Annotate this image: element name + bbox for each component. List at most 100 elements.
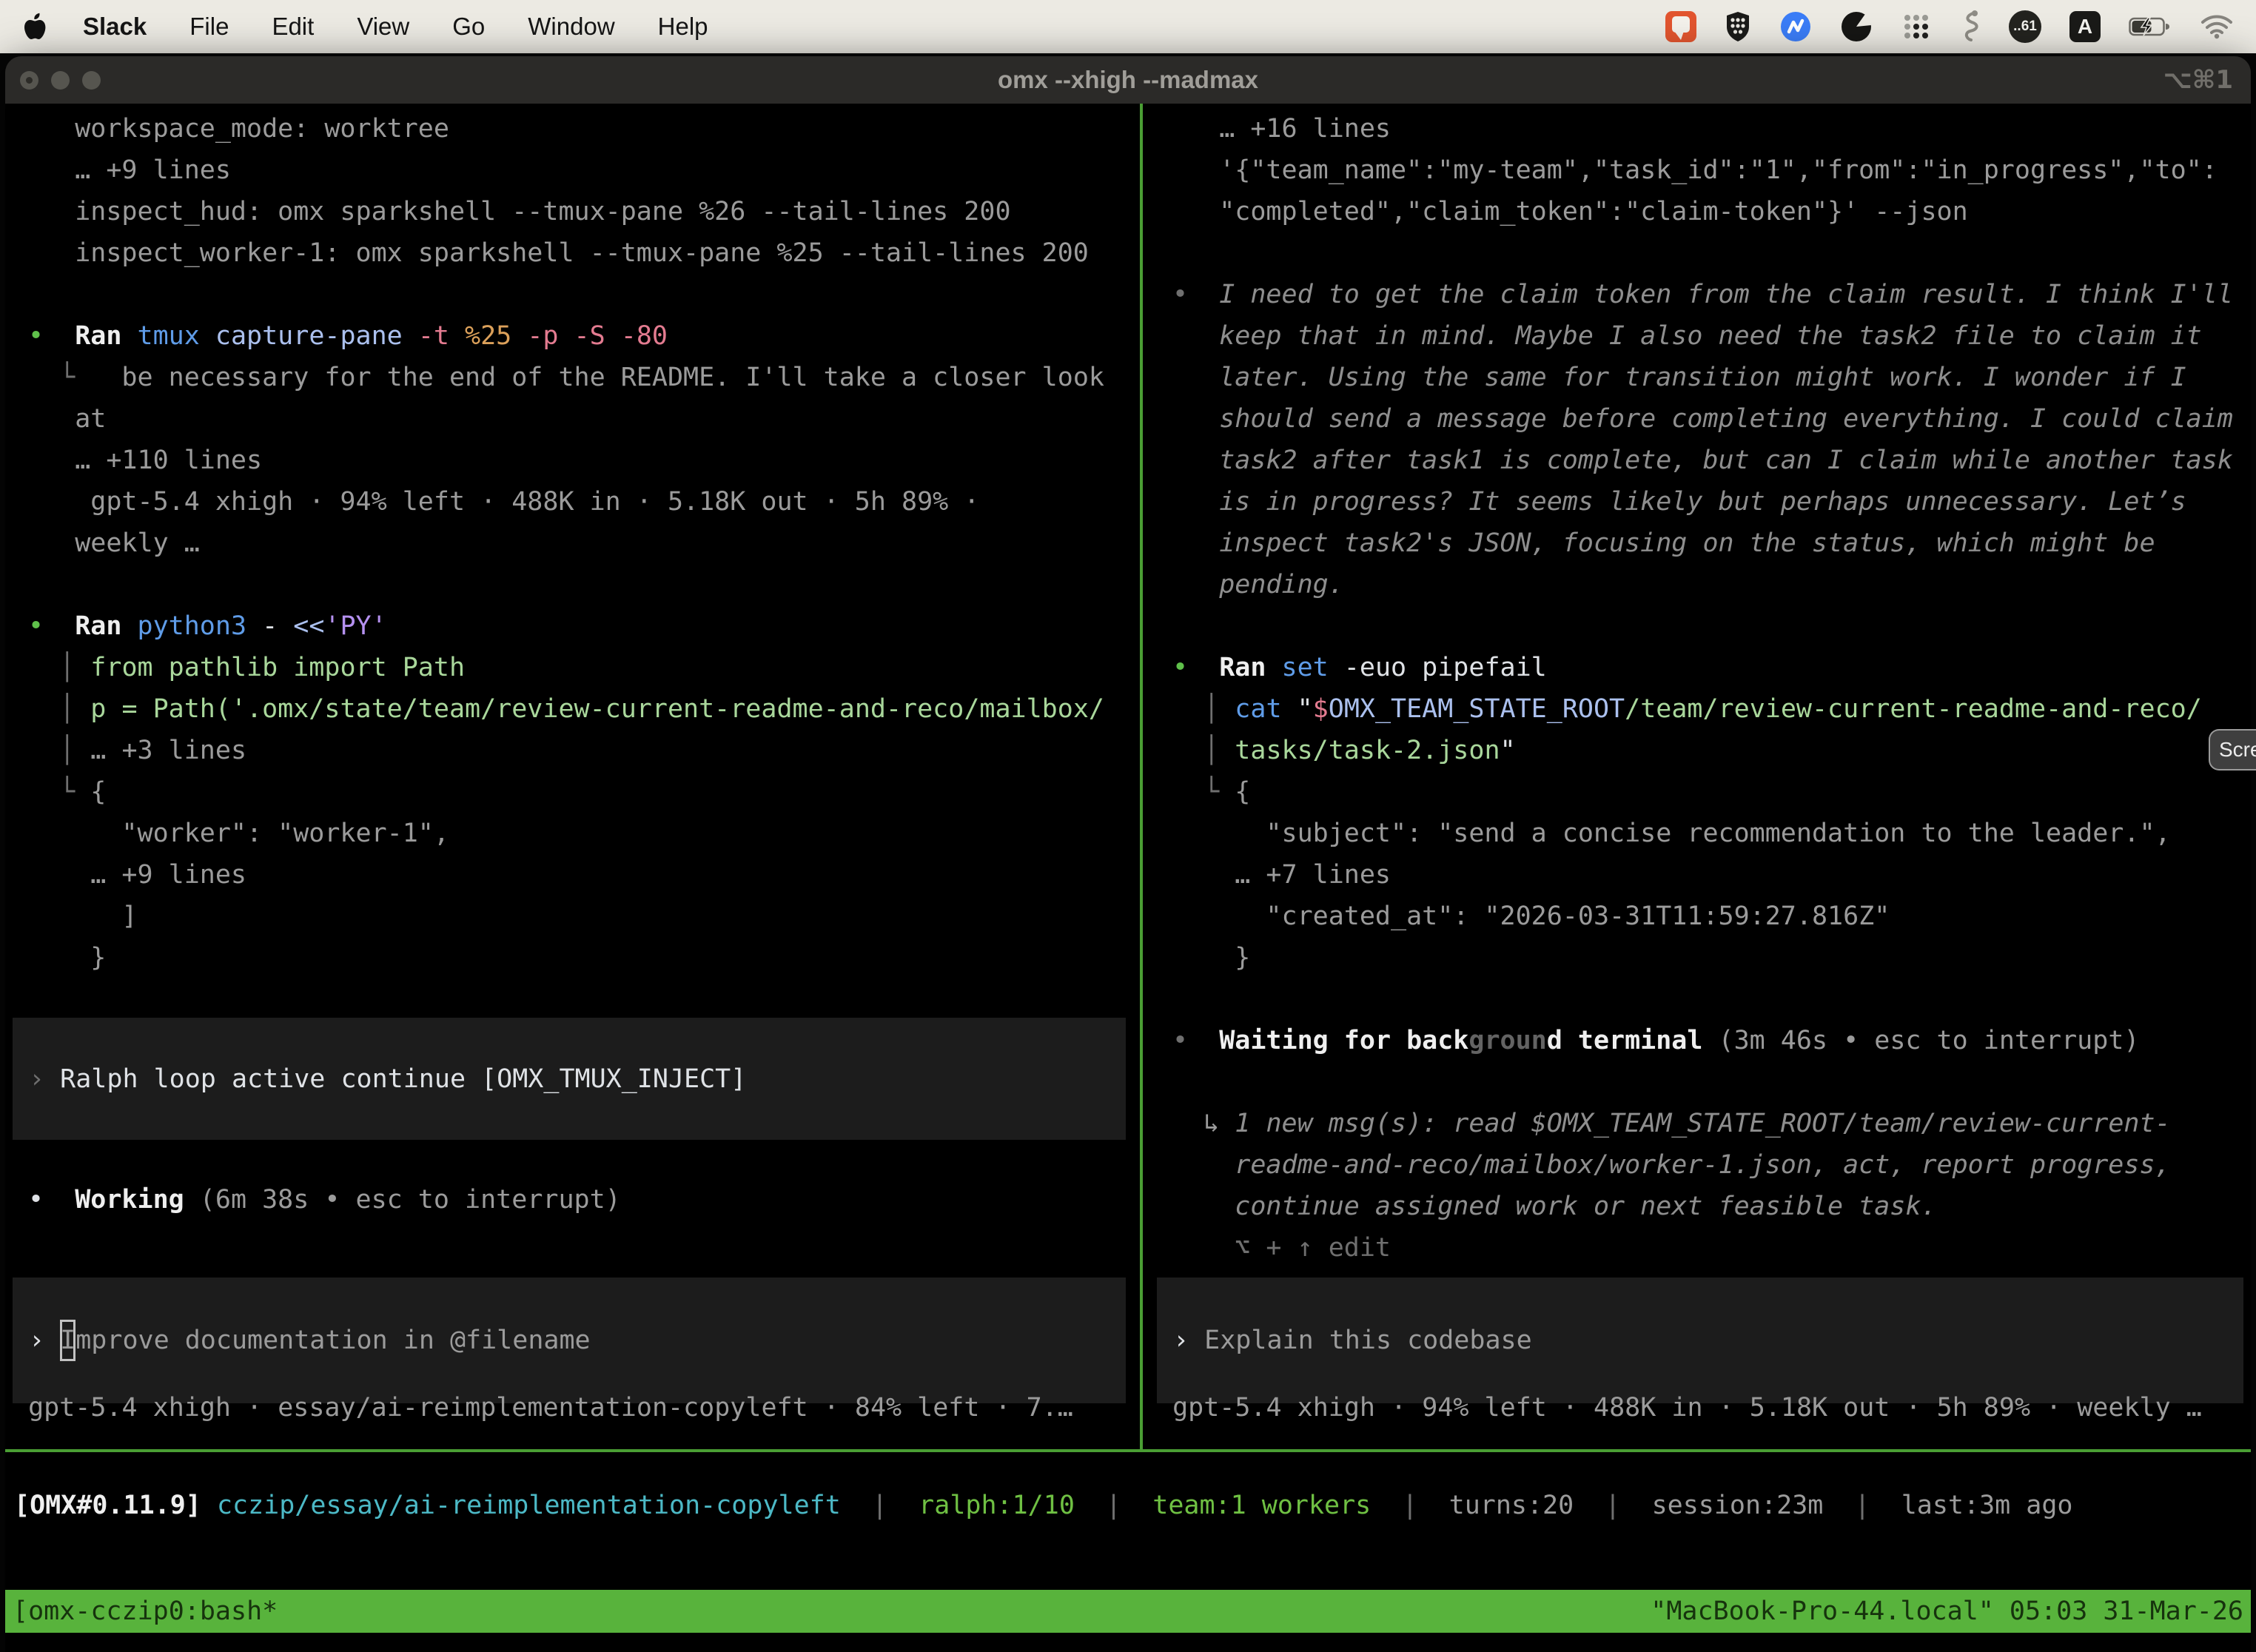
text-segment: gpt-5.4 xhigh · 94% left · 488K in · 5.1…	[1157, 1393, 2202, 1423]
terminal-line: workspace_mode: worktree	[28, 108, 1133, 150]
terminal-line: └ {	[28, 771, 1133, 813]
terminal-window: omx --xhigh --madmax ⌥⌘1 workspace_mode:…	[5, 56, 2251, 1652]
text-segment: •	[1172, 653, 1188, 682]
shield-icon[interactable]	[1725, 10, 1751, 43]
text-segment: task2 after task1 is complete, but can I…	[1172, 446, 2233, 475]
text-segment: "worker": "worker-1",	[28, 819, 449, 848]
dots-grid-icon[interactable]	[1901, 11, 1932, 42]
pane-divider[interactable]	[1133, 104, 1149, 1449]
text-segment: gpt-5.4 xhigh · 94% left · 488K in · 5.1…	[28, 487, 979, 517]
terminal-line	[28, 564, 1133, 605]
terminal-line: gpt-5.4 xhigh · 94% left · 488K in · 5.1…	[28, 481, 1133, 523]
text-segment: ›	[1173, 1320, 1204, 1361]
text-segment: │	[1172, 736, 1235, 765]
text-segment: Waiting for back	[1188, 1026, 1468, 1055]
pie-icon[interactable]	[1840, 10, 1873, 43]
text-segment: inspect_worker-1: omx sparkshell --tmux-…	[28, 238, 1089, 268]
active-app-name[interactable]: Slack	[83, 13, 147, 41]
text-segment: be necessary for the end of the README. …	[75, 363, 1104, 392]
pane-worker-1[interactable]: … +16 lines '{"team_name":"my-team","tas…	[1149, 104, 2251, 1449]
text-segment: … +7 lines	[1172, 860, 1391, 890]
text-segment: Explain this codebase	[1204, 1320, 1532, 1361]
hud-model-status-line: gpt-5.4 xhigh · essay/ai-reimplementatio…	[13, 1387, 1073, 1428]
menu-view[interactable]: View	[357, 13, 409, 41]
terminal-line	[1172, 978, 2251, 1020]
input-source-a-icon[interactable]: A	[2069, 11, 2101, 42]
text-segment: groun	[1468, 1026, 1546, 1055]
text-segment: (6m 38s • esc to interrupt)	[184, 1185, 621, 1215]
text-segment: └	[28, 363, 75, 392]
working-status-line: • Working (6m 38s • esc to interrupt)	[28, 1179, 621, 1220]
text-segment: |	[841, 1491, 919, 1520]
minimize-button[interactable]	[51, 71, 70, 90]
text-segment: from pathlib import Path	[90, 653, 465, 682]
text-segment: │	[1172, 694, 1235, 724]
text-segment: "	[1500, 736, 1516, 765]
text-segment: later. Using the same for transition mig…	[1172, 363, 2186, 392]
text-segment: d terminal	[1547, 1026, 1703, 1055]
text-segment: }	[28, 943, 106, 973]
worker-model-status-line: gpt-5.4 xhigh · 94% left · 488K in · 5.1…	[1157, 1387, 2202, 1428]
zoom-button[interactable]	[82, 71, 101, 90]
close-button[interactable]	[20, 71, 38, 90]
screen-share-chip[interactable]: Scre	[2209, 729, 2256, 770]
menu-help[interactable]: Help	[658, 13, 708, 41]
terminal-line	[1172, 1061, 2251, 1103]
text-segment: •	[28, 321, 44, 351]
text-segment: │	[28, 694, 90, 724]
terminal-line: is in progress? It seems likely but perh…	[1172, 481, 2251, 523]
text-segment: -80	[605, 321, 668, 351]
text-segment: cczip/essay/ai-reimplementation-copyleft	[217, 1491, 841, 1520]
terminal-line: "subject": "send a concise recommendatio…	[1172, 813, 2251, 854]
text-segment: -euo pipefail	[1329, 653, 1547, 682]
text-segment: is in progress? It seems likely but perh…	[1172, 487, 2186, 517]
terminal-line: "created_at": "2026-03-31T11:59:27.816Z"	[1172, 896, 2251, 937]
screen: Slack File Edit View Go Window Help	[0, 0, 2256, 1652]
terminal-content: workspace_mode: worktree … +9 lines insp…	[5, 104, 2251, 1652]
text-segment: keep that in mind. Maybe I also need the…	[1172, 321, 2202, 351]
terminal-line: at	[28, 398, 1133, 440]
text-segment: -	[246, 611, 293, 641]
text-segment: ]	[28, 901, 138, 931]
text-segment: (3m 46s • esc to interrupt)	[1702, 1026, 2139, 1055]
terminal-line: inspect_hud: omx sparkshell --tmux-pane …	[28, 191, 1133, 232]
blue-badge-icon[interactable]	[1779, 10, 1812, 43]
text-segment: … +9 lines	[28, 860, 246, 890]
terminal-line: "worker": "worker-1",	[28, 813, 1133, 854]
text-segment: │	[28, 653, 90, 682]
text-segment: ralph:1/10	[919, 1491, 1075, 1520]
text-segment: {	[90, 777, 106, 807]
tmux-status-bar: [omx-cczip0:bash* "MacBook-Pro-44.local"…	[5, 1590, 2251, 1633]
terminal-line: │ … +3 lines	[28, 730, 1133, 771]
text-segment: /team/review-current-readme-and-reco/	[1625, 694, 2202, 724]
menu-go[interactable]: Go	[452, 13, 485, 41]
battery-icon[interactable]	[2129, 16, 2172, 37]
terminal-line: └ {	[1172, 771, 2251, 813]
pane-hud[interactable]: workspace_mode: worktree … +9 lines insp…	[5, 104, 1133, 1449]
menu-file[interactable]: File	[189, 13, 229, 41]
worker-prompt-input[interactable]: › Explain this codebase	[1157, 1277, 2243, 1403]
text-segment: •	[1172, 280, 1188, 309]
apple-menu-icon[interactable]	[22, 12, 47, 41]
percent-badge-icon[interactable]: ..61	[2009, 10, 2041, 43]
wifi-icon[interactable]	[2200, 14, 2234, 39]
text-segment: [OMX#0.11.9]	[14, 1491, 217, 1520]
menu-window[interactable]: Window	[528, 13, 614, 41]
text-segment: Working	[75, 1185, 184, 1215]
text-segment: pending.	[1172, 570, 1344, 600]
terminal-line: }	[28, 937, 1133, 978]
chat-app-icon[interactable]	[1665, 11, 1696, 42]
menu-edit[interactable]: Edit	[272, 13, 314, 41]
terminal-line: ⌥ + ↑ edit	[1172, 1227, 2251, 1269]
tmux-window-label[interactable]: [omx-cczip0:bash*	[13, 1591, 278, 1632]
text-segment: weekly …	[28, 528, 200, 558]
text-segment: Ran	[1188, 653, 1281, 682]
hud-prompt-input[interactable]: › Improve documentation in @filename	[13, 1277, 1126, 1403]
text-segment: %25	[449, 321, 511, 351]
window-title: omx --xhigh --madmax	[5, 66, 2251, 94]
status-icons: ..61 A	[1665, 10, 2234, 44]
ralph-loop-banner: › Ralph loop active continue [OMX_TMUX_I…	[13, 1018, 1126, 1140]
squiggle-icon[interactable]	[1960, 10, 1981, 44]
terminal-line: pending.	[1172, 564, 2251, 605]
text-segment: turns:20	[1449, 1491, 1574, 1520]
